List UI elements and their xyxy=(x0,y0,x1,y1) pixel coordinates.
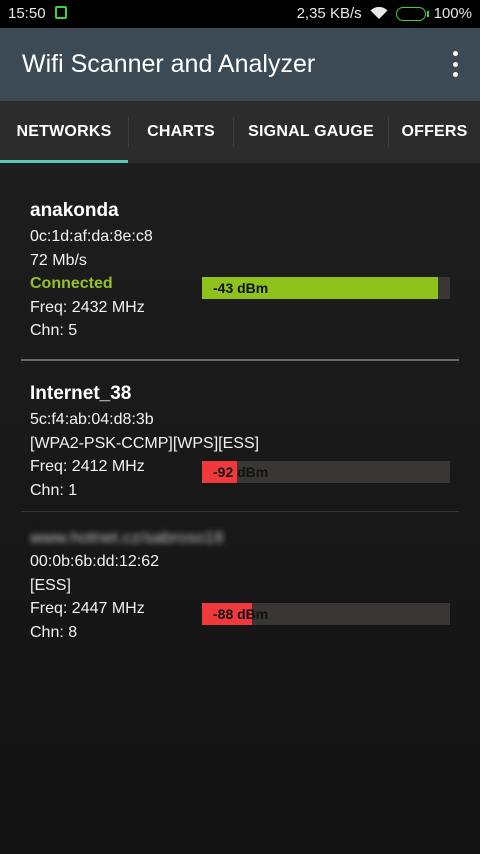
signal-bar: -88 dBm xyxy=(202,603,450,625)
app-title: Wifi Scanner and Analyzer xyxy=(22,50,316,78)
network-status: Connected xyxy=(30,275,113,292)
tab-charts-label: CHARTS xyxy=(147,123,215,140)
network-channel: Chn: 8 xyxy=(30,624,78,641)
tab-offers-label: OFFERS xyxy=(401,123,468,140)
network-item[interactable]: www.hotnet.cz/sabroso18 00:0b:6b:dd:12:6… xyxy=(0,512,480,662)
tab-offers[interactable]: OFFERS xyxy=(389,101,480,163)
network-freq: Freq: 2432 MHz xyxy=(30,299,145,316)
wifi-icon xyxy=(370,7,388,19)
battery-icon xyxy=(395,6,429,21)
network-bssid: 5c:f4:ab:04:d8:3b xyxy=(30,411,154,428)
status-right: 2,35 KB/s 100% xyxy=(297,5,472,22)
network-speed-info: 72 Mb/s xyxy=(30,252,87,269)
network-ssid-blurred: www.hotnet.cz/sabroso18 xyxy=(30,528,224,547)
network-channel: Chn: 1 xyxy=(30,482,78,499)
network-ssid: anakonda xyxy=(30,200,119,221)
status-time: 15:50 xyxy=(8,5,46,22)
tab-charts[interactable]: CHARTS xyxy=(129,101,233,163)
tab-bar: NETWORKS CHARTS SIGNAL GAUGE OFFERS xyxy=(0,101,480,164)
network-security: [ESS] xyxy=(30,577,71,594)
network-item[interactable]: Internet_38 5c:f4:ab:04:d8:3b [WPA2-PSK-… xyxy=(0,361,480,511)
network-bssid: 00:0b:6b:dd:12:62 xyxy=(30,553,160,570)
signal-value: -88 dBm xyxy=(213,606,269,622)
notification-icon xyxy=(55,6,67,19)
network-item[interactable]: anakonda 0c:1d:af:da:8e:c8 72 Mb/s Conne… xyxy=(0,163,480,360)
tab-networks-label: NETWORKS xyxy=(16,123,112,140)
network-speed: 2,35 KB/s xyxy=(296,5,362,22)
tab-signal-gauge-label: SIGNAL GAUGE xyxy=(248,123,374,140)
network-freq: Freq: 2412 MHz xyxy=(30,458,145,475)
signal-value: -92 dBm xyxy=(213,464,269,480)
network-security: [WPA2-PSK-CCMP][WPS][ESS] xyxy=(30,435,260,452)
network-list: anakonda 0c:1d:af:da:8e:c8 72 Mb/s Conne… xyxy=(0,163,480,854)
tab-signal-gauge[interactable]: SIGNAL GAUGE xyxy=(234,101,388,163)
signal-bar: -92 dBm xyxy=(202,461,450,483)
signal-bar: -43 dBm xyxy=(202,277,450,299)
network-freq: Freq: 2447 MHz xyxy=(30,600,145,617)
battery-percent: 100% xyxy=(433,5,472,22)
signal-value: -43 dBm xyxy=(213,280,269,296)
network-bssid: 0c:1d:af:da:8e:c8 xyxy=(30,228,153,245)
network-channel: Chn: 5 xyxy=(30,322,78,339)
network-ssid: Internet_38 xyxy=(30,383,132,404)
status-bar: 15:50 2,35 KB/s 100% xyxy=(0,0,480,28)
tab-networks[interactable]: NETWORKS xyxy=(0,101,128,163)
more-vert-icon[interactable] xyxy=(452,51,458,77)
app-bar: Wifi Scanner and Analyzer xyxy=(0,28,480,101)
